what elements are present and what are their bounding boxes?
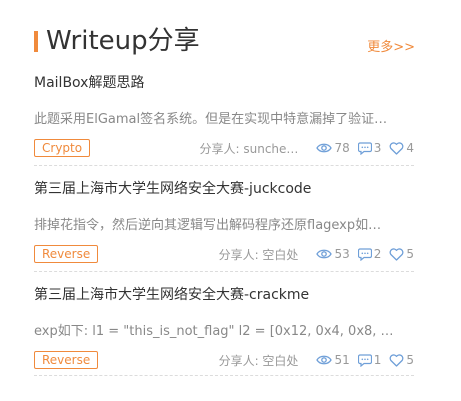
writeup-stats: 分享人: 空白处 51 1 5 <box>219 351 414 369</box>
more-link[interactable]: 更多>> <box>367 36 415 55</box>
view-count-value: 78 <box>334 141 350 155</box>
view-count: 51 <box>316 353 350 367</box>
view-count-value: 51 <box>334 353 350 367</box>
writeup-title[interactable]: 第三届上海市大学生网络安全大赛-crackme <box>34 284 309 304</box>
panel-title: Writeup分享 <box>46 26 200 56</box>
like-button[interactable]: 5 <box>389 247 414 261</box>
writeup-stats: 分享人: 空白处 53 2 5 <box>219 245 414 263</box>
writeup-title[interactable]: MailBox解题思路 <box>34 72 144 92</box>
view-count: 53 <box>316 247 350 261</box>
comment-icon <box>357 353 372 367</box>
author-label: 分享人: sunche… <box>199 141 299 156</box>
heart-icon <box>389 141 404 155</box>
panel-header: Writeup分享 更多>> <box>34 24 415 60</box>
like-button[interactable]: 5 <box>389 353 414 367</box>
eye-icon <box>316 355 333 365</box>
heart-icon <box>389 353 404 367</box>
writeup-item: 第三届上海市大学生网络安全大赛-juckcode 排掉花指令，然后逆向其逻辑写出… <box>34 178 414 272</box>
category-tag[interactable]: Reverse <box>34 351 99 369</box>
like-count-value: 5 <box>406 353 414 367</box>
view-count: 78 <box>316 141 350 155</box>
writeup-stats: 分享人: sunche… 78 3 4 <box>200 139 414 157</box>
comment-icon <box>357 141 372 155</box>
like-count-value: 4 <box>406 141 414 155</box>
writeup-panel: Writeup分享 更多>> MailBox解题思路 此题采用ElGamal签名… <box>0 0 461 401</box>
view-count-value: 53 <box>334 247 350 261</box>
comment-count: 2 <box>357 247 382 261</box>
comment-icon <box>357 247 372 261</box>
heart-icon <box>389 247 404 261</box>
comment-count-value: 1 <box>373 353 382 367</box>
eye-icon <box>316 143 333 153</box>
writeup-item: MailBox解题思路 此题采用ElGamal签名系统。但是在实现中特意漏掉了验… <box>34 72 414 166</box>
item-divider <box>34 165 414 166</box>
comment-count-value: 2 <box>373 247 382 261</box>
writeup-summary: 排掉花指令，然后逆向其逻辑写出解码程序还原flagexp如… <box>34 218 382 233</box>
writeup-title[interactable]: 第三届上海市大学生网络安全大赛-juckcode <box>34 178 311 198</box>
writeup-meta: Crypto 分享人: sunche… 78 3 4 <box>34 139 414 157</box>
writeup-summary: exp如下: l1 = "this_is_not_flag" l2 = [0x1… <box>34 324 394 339</box>
eye-icon <box>316 249 333 259</box>
item-divider <box>34 271 414 272</box>
author-label: 分享人: 空白处 <box>218 353 299 368</box>
category-tag[interactable]: Crypto <box>34 139 91 157</box>
writeup-item: 第三届上海市大学生网络安全大赛-crackme exp如下: l1 = "thi… <box>34 284 414 376</box>
author-label: 分享人: 空白处 <box>218 247 299 262</box>
comment-count: 3 <box>357 141 382 155</box>
writeup-summary: 此题采用ElGamal签名系统。但是在实现中特意漏掉了验证… <box>34 112 388 127</box>
like-button[interactable]: 4 <box>389 141 414 155</box>
comment-count: 1 <box>357 353 382 367</box>
writeup-meta: Reverse 分享人: 空白处 53 2 5 <box>34 245 414 263</box>
comment-count-value: 3 <box>373 141 382 155</box>
title-accent-bar <box>34 31 38 52</box>
writeup-meta: Reverse 分享人: 空白处 51 1 5 <box>34 351 414 369</box>
category-tag[interactable]: Reverse <box>34 245 99 263</box>
like-count-value: 5 <box>406 247 414 261</box>
item-divider <box>34 375 414 376</box>
